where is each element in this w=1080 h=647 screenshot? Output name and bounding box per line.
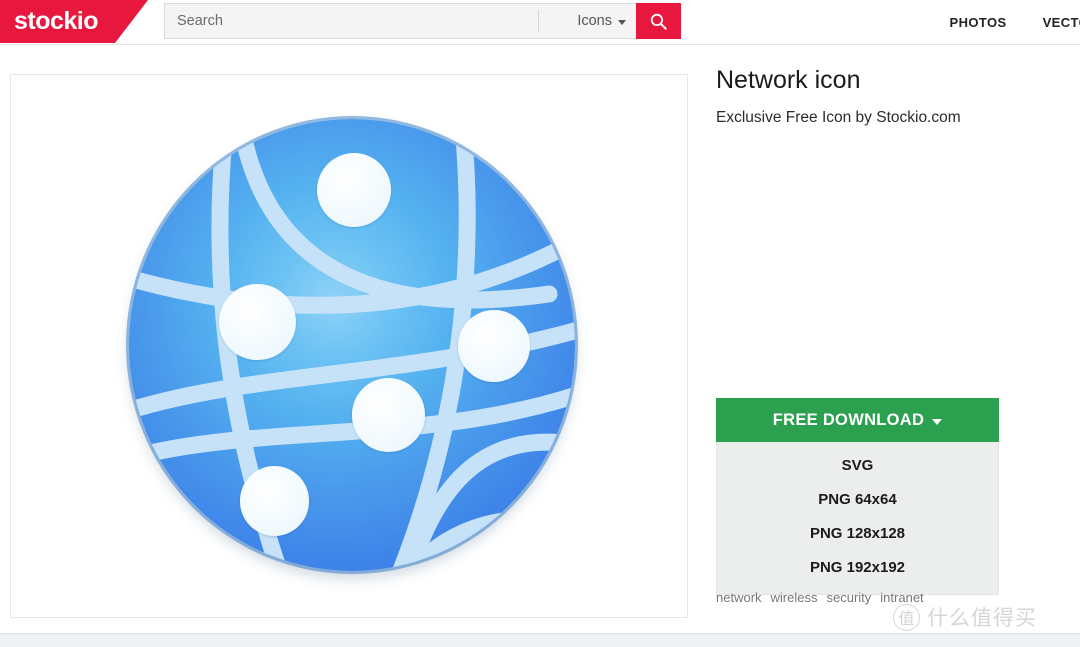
site-logo[interactable]: stockio <box>0 0 148 43</box>
caret-down-icon <box>932 418 943 425</box>
search-input[interactable] <box>165 4 535 38</box>
search-bar: Icons <box>164 3 681 39</box>
search-field: Icons <box>164 3 636 39</box>
download-option-png-192[interactable]: PNG 192x192 <box>717 550 998 584</box>
download-panel: FREE DOWNLOAD SVG PNG 64x64 PNG 128x128 … <box>716 398 999 595</box>
tag-wireless[interactable]: wireless <box>771 590 818 605</box>
nav-item-vectors[interactable]: VECTORS <box>1043 15 1080 30</box>
search-category-dropdown[interactable]: Icons <box>577 4 626 38</box>
watermark: 值 什么值得买 <box>893 602 1037 632</box>
site-header: stockio Icons PHOTOS VECTORS <box>0 0 1080 45</box>
watermark-text: 什么值得买 <box>927 606 1037 630</box>
watermark-mark: 值 <box>893 603 920 631</box>
icon-detail: Network icon Exclusive Free Icon by Stoc… <box>716 66 1066 127</box>
globe-node <box>219 283 296 361</box>
search-divider <box>538 10 539 32</box>
chevron-down-icon <box>618 19 626 25</box>
tag-intranet[interactable]: intranet <box>880 590 923 605</box>
tag-security[interactable]: security <box>827 590 872 605</box>
free-download-button[interactable]: FREE DOWNLOAD <box>716 398 999 442</box>
main-nav: PHOTOS VECTORS <box>950 0 1080 44</box>
page-title: Network icon <box>716 66 861 94</box>
download-option-svg[interactable]: SVG <box>717 448 998 482</box>
nav-item-photos[interactable]: PHOTOS <box>950 15 1007 30</box>
globe-node <box>239 466 310 536</box>
search-category-label: Icons <box>577 13 612 29</box>
magnifier-icon <box>650 13 667 30</box>
download-option-png-128[interactable]: PNG 128x128 <box>717 516 998 550</box>
search-button[interactable] <box>636 3 681 39</box>
icon-preview-panel <box>10 74 688 618</box>
tag-network[interactable]: network <box>716 590 762 605</box>
globe-node <box>352 378 426 452</box>
tag-list: network wireless security intranet <box>716 590 924 605</box>
free-download-label: FREE DOWNLOAD <box>772 410 925 429</box>
footer-band <box>0 633 1080 647</box>
network-globe-icon <box>129 119 575 571</box>
globe-node <box>458 310 530 382</box>
download-options-list: SVG PNG 64x64 PNG 128x128 PNG 192x192 <box>716 442 999 595</box>
globe-sphere <box>129 119 575 571</box>
page-subtitle: Exclusive Free Icon by Stockio.com <box>716 108 961 126</box>
logo-text: stockio <box>14 6 99 35</box>
download-option-png-64[interactable]: PNG 64x64 <box>717 482 998 516</box>
